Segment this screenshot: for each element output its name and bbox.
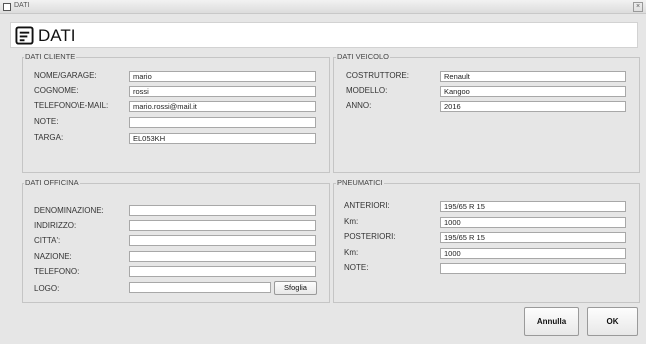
field-label-targa: TARGA: bbox=[34, 133, 64, 142]
citta-input[interactable] bbox=[129, 235, 316, 246]
page-header: DATI bbox=[10, 22, 638, 48]
modello-input[interactable]: Kangoo bbox=[440, 86, 626, 97]
anno-input[interactable]: 2016 bbox=[440, 101, 626, 112]
browse-logo-button[interactable]: Sfoglia bbox=[274, 281, 317, 295]
field-label-km-posteriori: Km: bbox=[344, 248, 359, 257]
costruttore-input[interactable]: Renault bbox=[440, 71, 626, 82]
field-label-nome-garage: NOME/GARAGE: bbox=[34, 71, 97, 80]
field-label-indirizzo: INDIRIZZO: bbox=[34, 221, 77, 230]
close-icon[interactable]: × bbox=[633, 2, 643, 12]
window-title: DATI bbox=[14, 2, 30, 9]
note-cliente-input[interactable] bbox=[129, 117, 316, 128]
field-label-anteriori: ANTERIORI: bbox=[344, 201, 390, 210]
nome-garage-input[interactable]: mario bbox=[129, 71, 316, 82]
cognome-input[interactable]: rossi bbox=[129, 86, 316, 97]
field-label-nazione: NAZIONE: bbox=[34, 252, 72, 261]
anteriori-input[interactable]: 195/65 R 15 bbox=[440, 201, 626, 212]
pneumatici-legend: PNEUMATICI bbox=[336, 178, 384, 187]
targa-input[interactable]: EL053KH bbox=[129, 133, 316, 144]
field-label-costruttore: COSTRUTTORE: bbox=[346, 71, 409, 80]
page-title: DATI bbox=[38, 26, 76, 45]
logo-path-input[interactable] bbox=[129, 282, 271, 293]
km-posteriori-input[interactable]: 1000 bbox=[440, 248, 626, 259]
app-icon bbox=[3, 3, 11, 11]
window-titlebar[interactable]: DATI × bbox=[0, 0, 646, 14]
denominazione-input[interactable] bbox=[129, 205, 316, 216]
field-label-modello: MODELLO: bbox=[346, 86, 388, 95]
field-label-posteriori: POSTERIORI: bbox=[344, 232, 396, 241]
km-anteriori-input[interactable]: 1000 bbox=[440, 217, 626, 228]
officina-legend: DATI OFFICINA bbox=[24, 178, 80, 187]
field-label-denominazione: DENOMINAZIONE: bbox=[34, 206, 104, 215]
posteriori-input[interactable]: 195/65 R 15 bbox=[440, 232, 626, 243]
field-label-telefono: TELEFONO: bbox=[34, 267, 80, 276]
telefono-email-input[interactable]: mario.rossi@mail.it bbox=[129, 101, 316, 112]
telefono-input[interactable] bbox=[129, 266, 316, 277]
field-label-cognome: COGNOME: bbox=[34, 86, 79, 95]
document-icon bbox=[15, 26, 34, 45]
field-label-citta: CITTA': bbox=[34, 236, 61, 245]
field-label-note-cliente: NOTE: bbox=[34, 117, 59, 126]
field-label-km-anteriori: Km: bbox=[344, 217, 359, 226]
note-pneumatici-input[interactable] bbox=[440, 263, 626, 274]
nazione-input[interactable] bbox=[129, 251, 316, 262]
cancel-button[interactable]: Annulla bbox=[524, 307, 579, 336]
ok-button[interactable]: OK bbox=[587, 307, 638, 336]
field-label-note-pneumatici: NOTE: bbox=[344, 263, 369, 272]
indirizzo-input[interactable] bbox=[129, 220, 316, 231]
field-label-anno: ANNO: bbox=[346, 101, 372, 110]
field-label-logo: LOGO: bbox=[34, 284, 60, 293]
veicolo-legend: DATI VEICOLO bbox=[336, 52, 390, 61]
field-label-telefono-email: TELEFONO\E-MAIL: bbox=[34, 101, 109, 110]
cliente-legend: DATI CLIENTE bbox=[24, 52, 77, 61]
